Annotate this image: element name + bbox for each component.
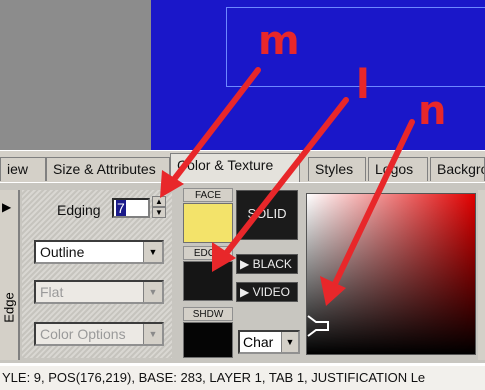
annotation-m: m	[258, 18, 300, 64]
arrow-n	[320, 119, 415, 306]
annotation-l: l	[356, 62, 370, 108]
annotation-n: n	[418, 88, 447, 134]
arrow-l	[212, 97, 349, 272]
annotation-arrows	[160, 67, 415, 306]
arrow-m	[160, 67, 261, 198]
